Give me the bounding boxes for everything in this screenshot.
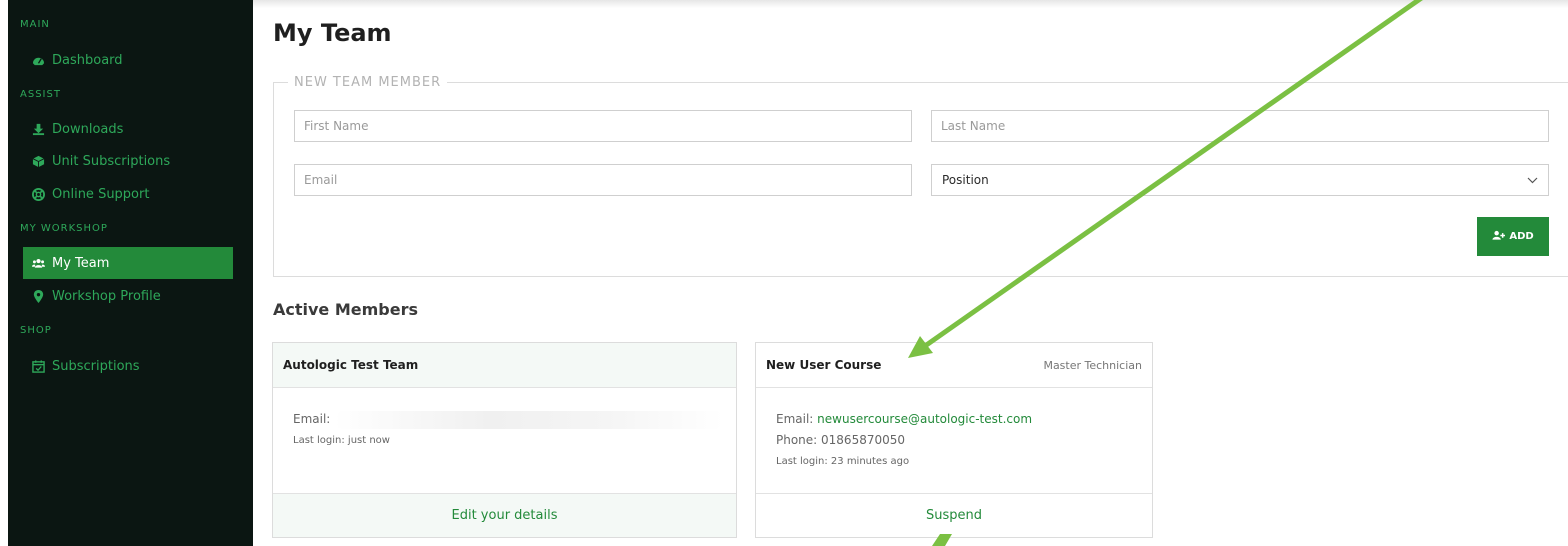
- sidebar-item-label: Unit Subscriptions: [52, 153, 171, 169]
- new-team-member-form: NEW TEAM MEMBER Position ADD: [273, 75, 1568, 277]
- sidebar-item-online-support[interactable]: Online Support: [23, 178, 233, 210]
- member-email-link[interactable]: newusercourse@autologic-test.com: [817, 412, 1032, 426]
- sidebar-item-label: My Team: [52, 255, 110, 271]
- member-card-header: New User Course Master Technician: [756, 343, 1152, 388]
- member-phone: Phone: 01865870050: [776, 433, 906, 447]
- sidebar-item-label: Downloads: [52, 121, 124, 137]
- sidebar-item-label: Dashboard: [52, 52, 123, 68]
- user-plus-icon: [1492, 230, 1506, 243]
- page-title: My Team: [273, 19, 392, 47]
- member-card: New User Course Master Technician Email:…: [755, 342, 1153, 538]
- sidebar-item-workshop-profile[interactable]: Workshop Profile: [23, 280, 233, 312]
- member-card-header: Autologic Test Team: [273, 343, 736, 388]
- sidebar-item-label: Online Support: [52, 186, 150, 202]
- page: MAIN Dashboard ASSIST Downloads Unit Sub…: [0, 0, 1568, 546]
- member-email: Email:: [293, 409, 726, 430]
- sidebar-item-my-team[interactable]: My Team: [23, 247, 233, 279]
- member-email: Email: newusercourse@autologic-test.com: [776, 409, 1142, 430]
- section-main: MAIN: [20, 19, 50, 30]
- email-label: Email:: [776, 412, 814, 426]
- add-member-button[interactable]: ADD: [1477, 217, 1549, 256]
- email-label: Email:: [293, 412, 331, 426]
- dashboard-icon: [32, 54, 45, 67]
- add-button-label: ADD: [1509, 231, 1534, 242]
- map-marker-icon: [32, 289, 45, 303]
- calendar-check-icon: [32, 359, 45, 373]
- suspend-member-link[interactable]: Suspend: [756, 493, 1152, 537]
- sidebar-item-label: Subscriptions: [52, 358, 140, 374]
- edit-details-link[interactable]: Edit your details: [273, 493, 736, 537]
- active-members-title: Active Members: [273, 300, 419, 319]
- email-input[interactable]: [294, 164, 912, 196]
- users-icon: [32, 257, 45, 270]
- sidebar: MAIN Dashboard ASSIST Downloads Unit Sub…: [8, 0, 253, 546]
- sidebar-item-dashboard[interactable]: Dashboard: [23, 44, 233, 76]
- cube-icon: [32, 155, 45, 168]
- member-last-login: Last login: 23 minutes ago: [776, 456, 910, 467]
- position-select-value: Position: [942, 173, 989, 187]
- left-edge: [0, 0, 8, 546]
- header-shadow: [253, 0, 1568, 8]
- redacted-email: [334, 410, 725, 429]
- sidebar-item-subscriptions[interactable]: Subscriptions: [23, 350, 233, 382]
- sidebar-item-label: Workshop Profile: [52, 288, 161, 304]
- section-my-workshop: MY WORKSHOP: [20, 223, 108, 234]
- chevron-down-icon: [1527, 173, 1538, 187]
- sidebar-item-downloads[interactable]: Downloads: [23, 113, 233, 145]
- member-details: Email: newusercourse@autologic-test.com …: [776, 409, 1142, 472]
- main-content: My Team NEW TEAM MEMBER Position ADD Act…: [253, 0, 1568, 546]
- position-select[interactable]: Position: [931, 164, 1549, 196]
- form-legend: NEW TEAM MEMBER: [288, 75, 448, 90]
- member-last-login: Last login: just now: [293, 435, 390, 446]
- sidebar-item-unit-subscriptions[interactable]: Unit Subscriptions: [23, 145, 233, 177]
- last-name-input[interactable]: [931, 110, 1549, 142]
- section-assist: ASSIST: [20, 89, 61, 100]
- member-role: Master Technician: [1043, 358, 1142, 372]
- member-details: Email: Last login: just now: [293, 409, 726, 451]
- first-name-input[interactable]: [294, 110, 912, 142]
- download-icon: [32, 123, 45, 136]
- member-name: Autologic Test Team: [283, 358, 419, 372]
- section-shop: SHOP: [20, 325, 52, 336]
- member-card: Autologic Test Team Email: Last login: j…: [272, 342, 737, 538]
- lifebuoy-icon: [32, 187, 45, 201]
- member-name: New User Course: [766, 358, 882, 372]
